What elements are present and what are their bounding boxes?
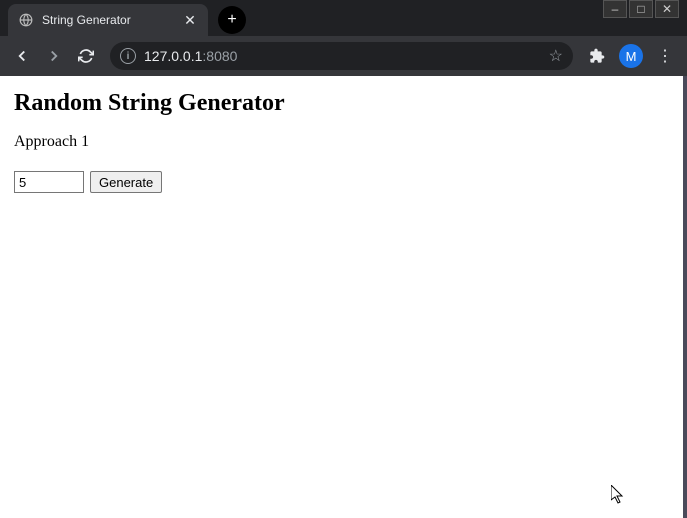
kebab-menu-icon[interactable]: ⋮ [651, 42, 679, 70]
extensions-icon[interactable] [583, 42, 611, 70]
page-heading: Random String Generator [14, 90, 669, 117]
minimize-button[interactable]: – [603, 0, 627, 18]
tab-title: String Generator [42, 13, 174, 27]
forward-button[interactable] [40, 42, 68, 70]
toolbar: i 127.0.0.1:8080 ☆ M ⋮ [0, 36, 687, 76]
page-content: Random String Generator Approach 1 Gener… [0, 76, 687, 518]
url-text: 127.0.0.1:8080 [144, 48, 541, 64]
new-tab-button[interactable]: + [218, 6, 246, 34]
browser-tab[interactable]: String Generator ✕ [8, 4, 208, 36]
length-input[interactable] [14, 171, 84, 193]
reload-button[interactable] [72, 42, 100, 70]
bookmark-star-icon[interactable]: ☆ [549, 46, 563, 66]
address-bar[interactable]: i 127.0.0.1:8080 ☆ [110, 42, 573, 70]
globe-icon [18, 12, 34, 28]
form-row: Generate [14, 171, 669, 193]
maximize-button[interactable]: □ [629, 0, 653, 18]
close-window-button[interactable]: ✕ [655, 0, 679, 18]
site-info-icon[interactable]: i [120, 48, 136, 64]
page-subheading: Approach 1 [14, 133, 669, 151]
close-tab-icon[interactable]: ✕ [182, 12, 198, 28]
generate-button[interactable]: Generate [90, 171, 162, 193]
profile-avatar[interactable]: M [619, 44, 643, 68]
tab-bar: String Generator ✕ + [0, 0, 687, 36]
back-button[interactable] [8, 42, 36, 70]
